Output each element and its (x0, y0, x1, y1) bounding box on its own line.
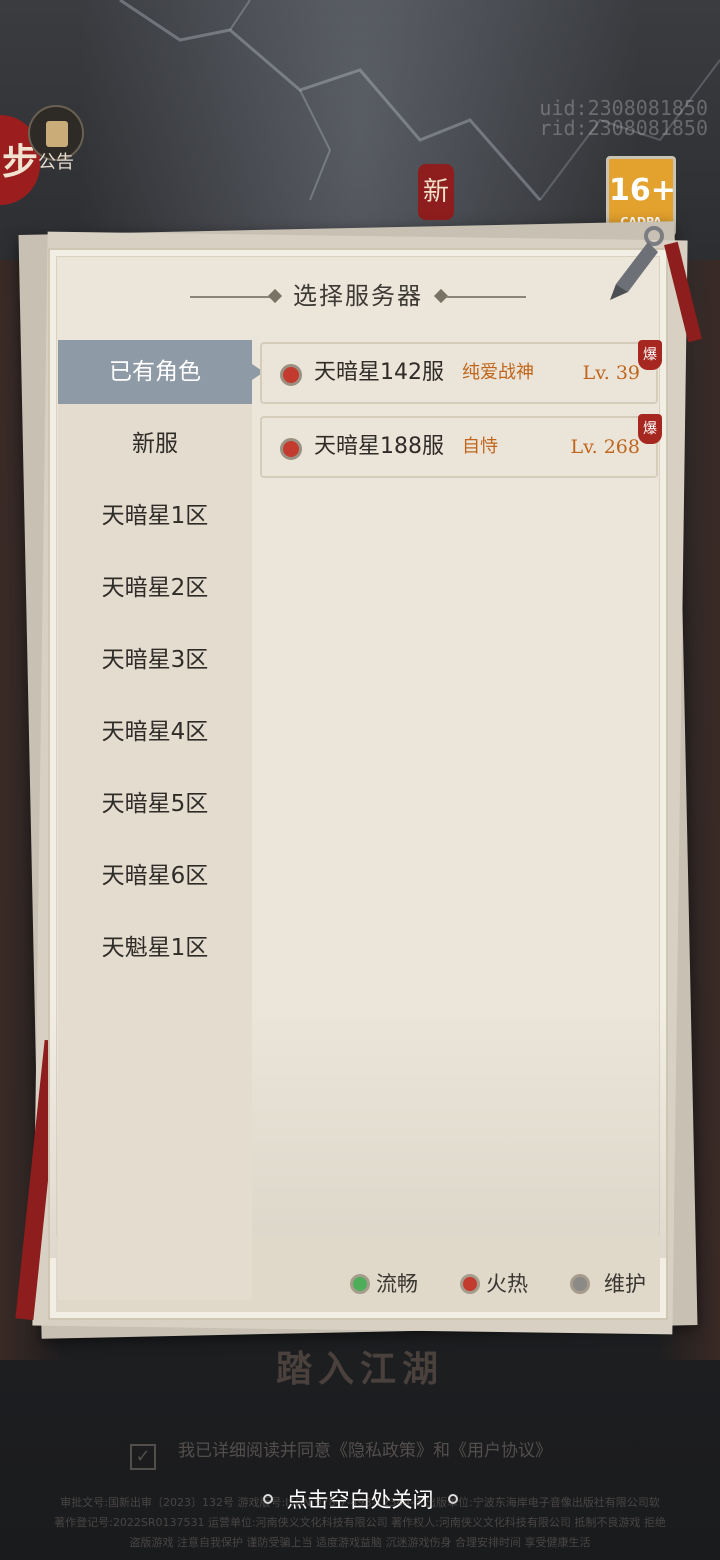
server-card[interactable]: 天暗星188服 自恃 Lv. 268 爆 (260, 414, 662, 478)
dart-ornament-icon (610, 226, 664, 300)
server-name: 天暗星188服 (314, 434, 444, 459)
agreement-row: ✓ 我已详细阅读并同意《隐私政策》和《用户协议》 (130, 1436, 552, 1470)
agreement-and: 和 (433, 1441, 450, 1461)
dialog-title: 选择服务器 (293, 282, 423, 310)
legal-line: 审批文号:国新出审〔2023〕132号 游戏版号:ISBN 978-7-498-… (60, 1496, 660, 1509)
new-seal: 新 (418, 164, 454, 220)
legal-line: 盗版游戏 注意自我保护 谨防受骗上当 适度游戏益脑 沉迷游戏伤身 合理安排时间 … (129, 1536, 591, 1549)
agreement-prefix: 我已详细阅读并同意 (178, 1441, 331, 1461)
status-smooth-icon (350, 1274, 370, 1294)
status-hot-icon (280, 364, 302, 386)
tab-existing-roles[interactable]: 已有角色 (58, 340, 264, 404)
server-card[interactable]: 天暗星142服 纯爱战神 Lv. 39 爆 (260, 340, 662, 404)
tab-new-server[interactable]: 新服 (58, 412, 252, 476)
server-name: 天暗星142服 (314, 360, 444, 385)
notice-label: 公告 (38, 152, 74, 173)
tab-region-2[interactable]: 天暗星2区 (58, 556, 252, 620)
character-name: 纯爱战神 (462, 362, 534, 383)
tab-region-1[interactable]: 天暗星1区 (58, 484, 252, 548)
character-name: 自恃 (462, 436, 498, 457)
tab-region-3[interactable]: 天暗星3区 (58, 628, 252, 692)
title-divider-right (446, 296, 526, 298)
legend-smooth-label: 流畅 (376, 1272, 418, 1296)
tab-region-5[interactable]: 天暗星5区 (58, 772, 252, 836)
region-sidebar: 已有角色 新服 天暗星1区 天暗星2区 天暗星3区 天暗星4区 天暗星5区 天暗… (58, 340, 264, 1300)
legend-maintenance-label: 维护 (604, 1272, 646, 1296)
legend-hot: 火热 (460, 1266, 528, 1302)
rid-text: rid:2308081850 (539, 116, 708, 140)
legal-line: 著作登记号:2022SR0137531 运营单位:河南侠义文化科技有限公司 著作… (54, 1516, 666, 1529)
tab-region-4[interactable]: 天暗星4区 (58, 700, 252, 764)
user-agreement-link[interactable]: 《用户协议》 (450, 1441, 552, 1461)
legend-smooth: 流畅 (350, 1266, 418, 1302)
hot-badge: 爆 (638, 414, 662, 444)
agreement-checkbox[interactable]: ✓ (130, 1444, 156, 1470)
status-hot-icon (460, 1274, 480, 1294)
server-select-dialog: 选择服务器 已有角色 新服 天暗星1区 天暗星2区 天暗星3区 天暗星4区 天暗… (48, 248, 668, 1320)
hot-badge: 爆 (638, 340, 662, 370)
enter-game-button[interactable]: 踏入江湖 (200, 1340, 520, 1396)
tab-region-7[interactable]: 天魁星1区 (58, 916, 252, 980)
privacy-policy-link[interactable]: 《隐私政策》 (331, 1441, 433, 1461)
status-maintenance-icon (570, 1274, 590, 1294)
character-level: Lv. 39 (582, 362, 640, 384)
tab-region-6[interactable]: 天暗星6区 (58, 844, 252, 908)
status-hot-icon (280, 438, 302, 460)
character-level: Lv. 268 (570, 436, 640, 458)
legend-hot-label: 火热 (486, 1272, 528, 1296)
age-rating-number: 16+ (609, 173, 676, 208)
legend-maintenance: 维护 (570, 1266, 646, 1302)
